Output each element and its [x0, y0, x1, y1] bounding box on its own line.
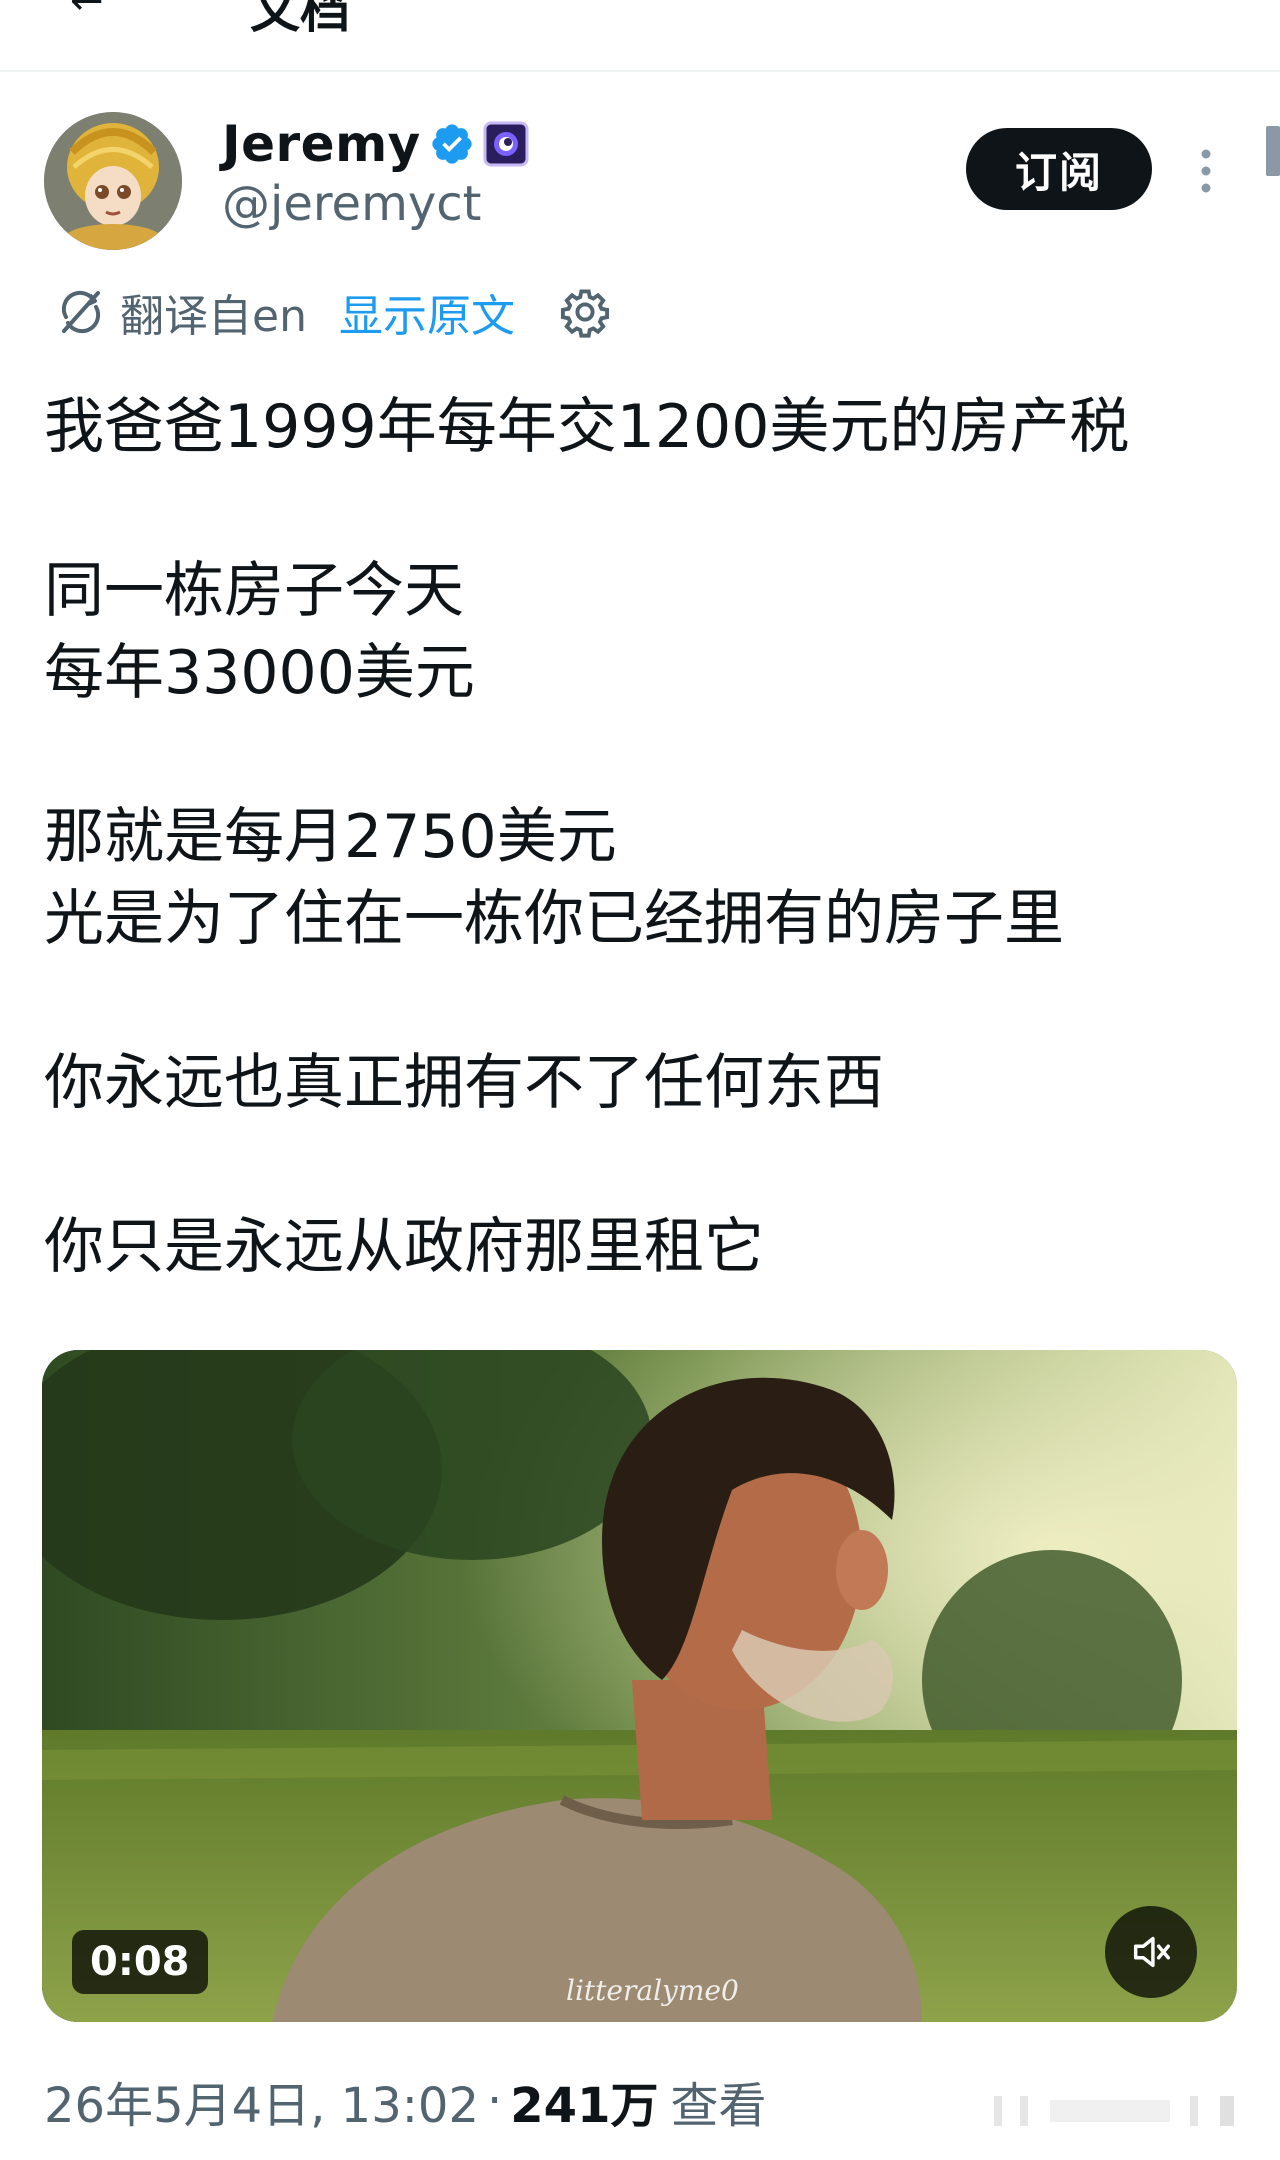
view-count-label: 查看 [670, 2078, 767, 2134]
post-text: 我爸爸1999年每年交1200美元的房产税 同一栋房子今天 每年33000美元 … [44, 386, 1244, 1288]
author-name-row: Jeremy [222, 112, 529, 176]
post-line: 那就是每月2750美元 [44, 802, 617, 872]
author-handle[interactable]: @jeremyct [222, 176, 481, 232]
video-duration: 0:08 [72, 1930, 208, 1994]
scrollbar-handle[interactable] [1266, 126, 1280, 176]
post-timestamp[interactable]: 26年5月4日, 13:02 [44, 2066, 479, 2136]
page-title: 文档 [250, 0, 350, 39]
top-bar: ← 文档 [0, 0, 1280, 72]
speaker-muted-icon [1133, 1936, 1170, 1968]
post-line: 你永远也真正拥有不了任何东西 [44, 1048, 884, 1118]
translated-from-label: 翻译自en [120, 291, 307, 342]
corner-watermark-icon [994, 2096, 1234, 2126]
mute-button[interactable] [1105, 1906, 1197, 1998]
back-arrow-icon[interactable]: ← [70, 0, 104, 24]
show-original-link[interactable]: 显示原文 [339, 280, 515, 344]
post-line: 每年33000美元 [44, 638, 475, 708]
verified-badge-icon [432, 124, 472, 164]
view-count: 241万 [510, 2078, 659, 2134]
more-options-icon[interactable] [1196, 146, 1216, 196]
translate-icon [61, 290, 101, 334]
video-player[interactable]: 0:08 litteralyme0 [42, 1350, 1237, 2022]
video-watermark: litteralyme0 [566, 1974, 739, 2007]
post-line: 光是为了住在一栋你已经拥有的房子里 [44, 884, 1064, 954]
gear-icon[interactable] [559, 286, 611, 338]
post-line: 同一栋房子今天 [44, 556, 464, 626]
video-frame [42, 1350, 1237, 2022]
avatar[interactable] [44, 112, 182, 250]
meta-separator: · [487, 2073, 503, 2129]
author-display-name[interactable]: Jeremy [222, 115, 421, 173]
affiliate-badge-icon[interactable] [483, 121, 529, 167]
subscribe-button[interactable]: 订阅 [966, 128, 1152, 210]
post-meta: 26年5月4日, 13:02 · 241万 查看 [44, 2066, 767, 2136]
post-line: 我爸爸1999年每年交1200美元的房产税 [44, 392, 1130, 462]
translation-row: 翻译自en 显示原文 [56, 282, 611, 342]
post-line: 你只是永远从政府那里租它 [44, 1212, 764, 1282]
